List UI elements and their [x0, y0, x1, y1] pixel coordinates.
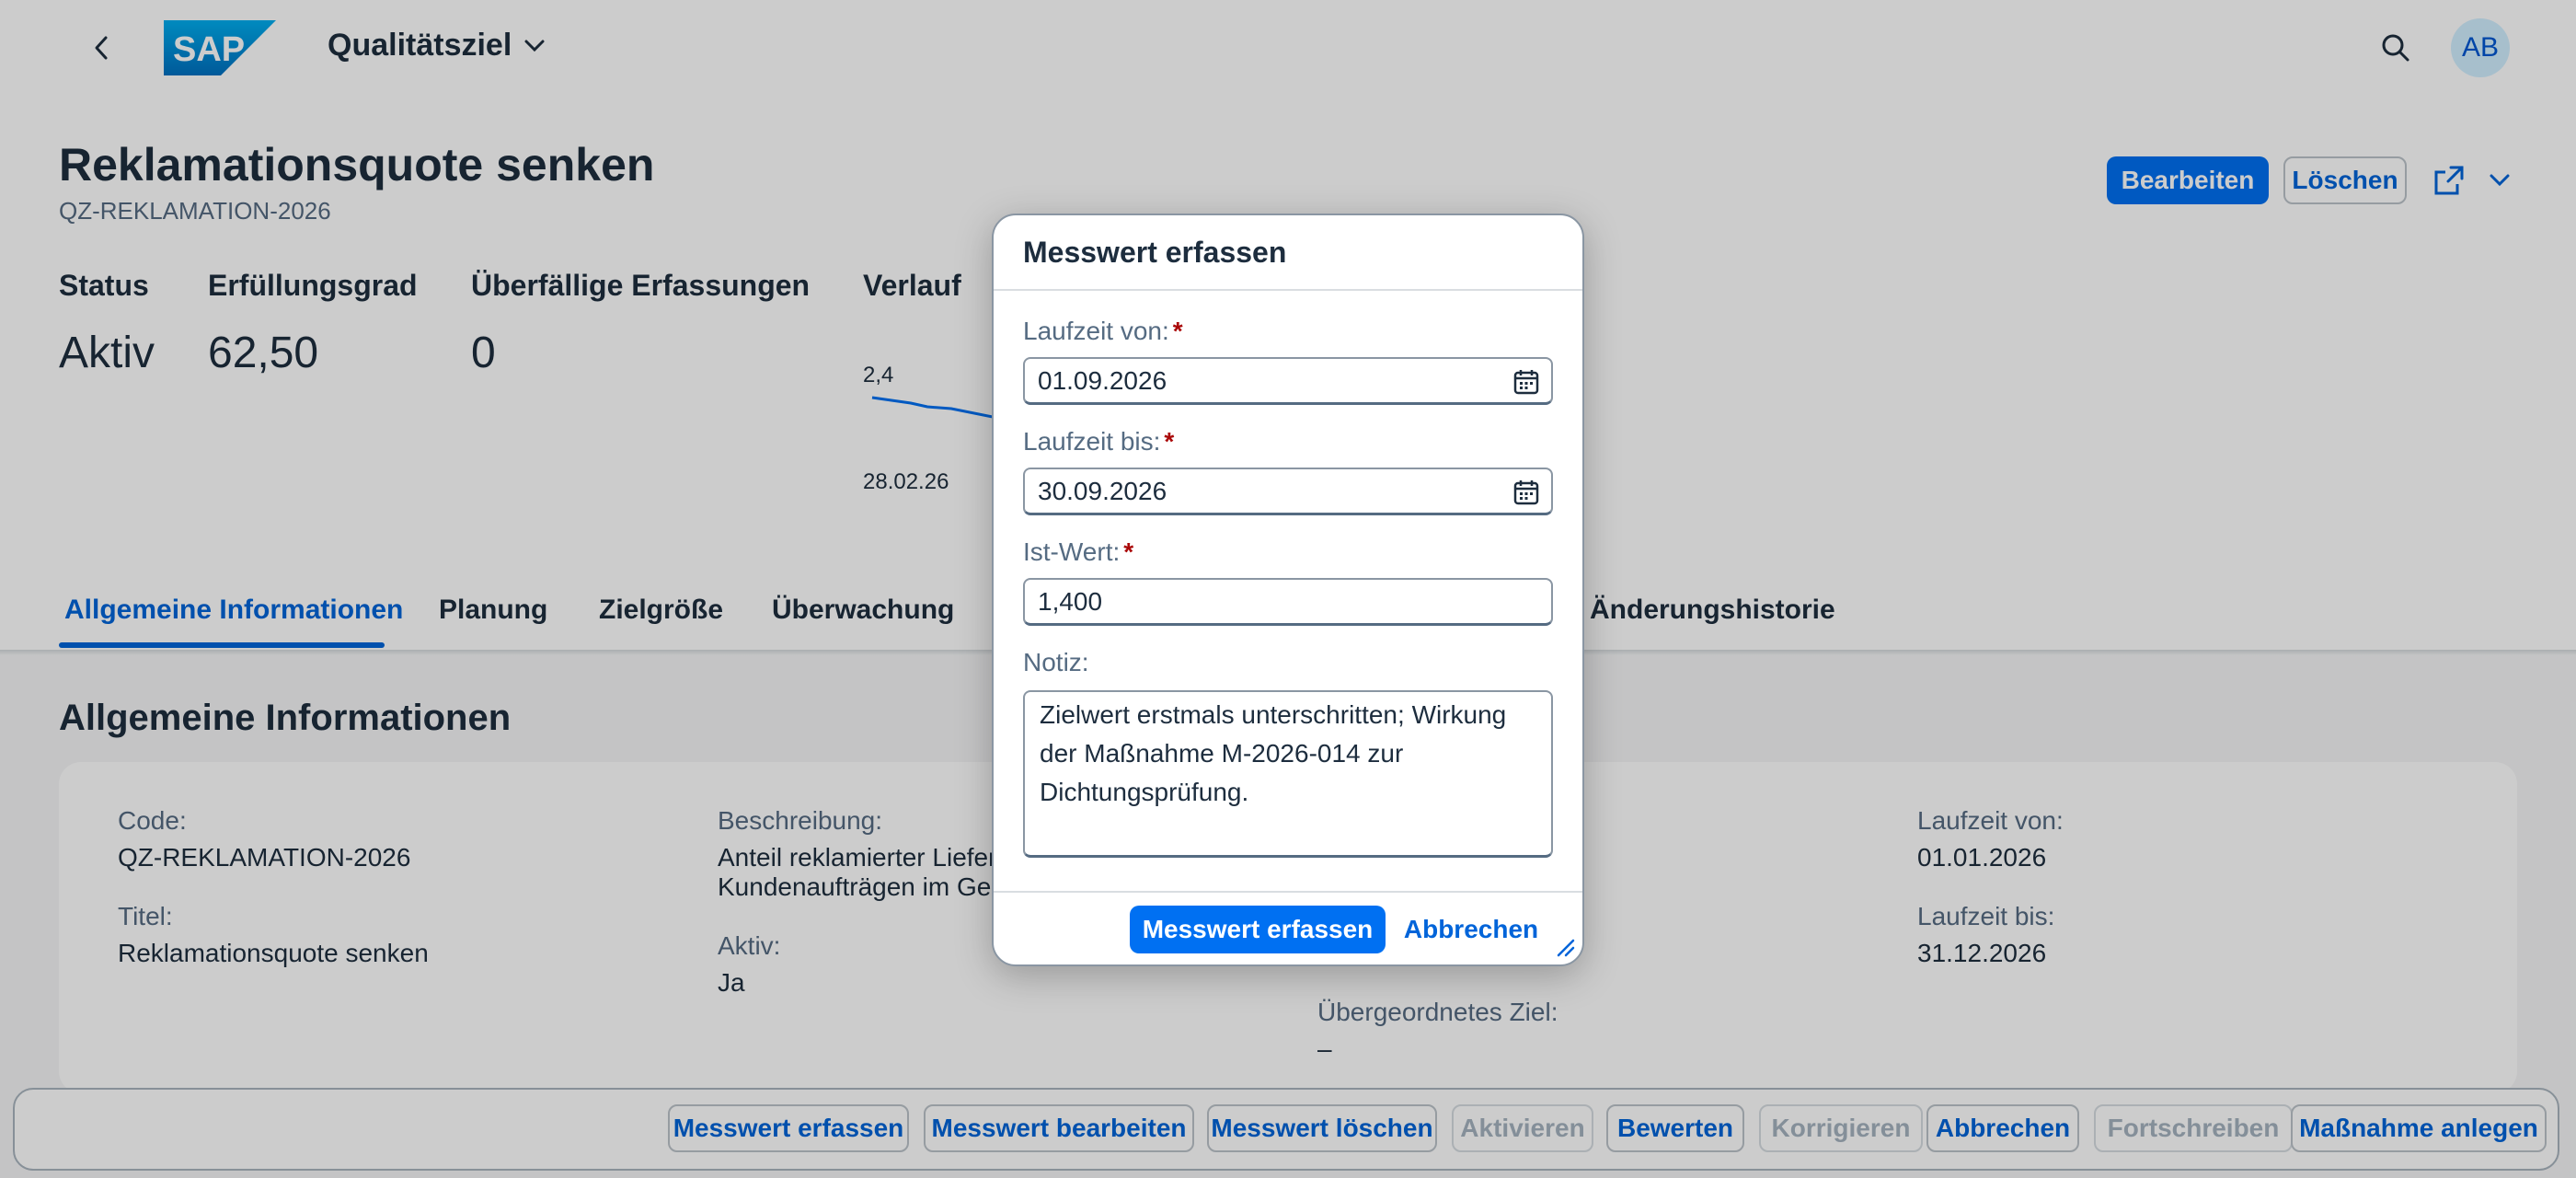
runtime-to-value: 30.09.2026: [1038, 476, 1167, 505]
actual-value-input[interactable]: 1,400: [1023, 578, 1553, 626]
actual-value-label: Ist-Wert: *: [1023, 537, 1134, 566]
dialog-header-divider: [994, 289, 1582, 291]
record-measurement-dialog: Messwert erfassen Laufzeit von: * 01.09.2…: [992, 214, 1584, 966]
note-label: Notiz:: [1023, 648, 1089, 676]
runtime-from-value: 01.09.2026: [1038, 365, 1167, 395]
required-marker: *: [1164, 427, 1175, 456]
resize-handle-icon[interactable]: [1555, 937, 1575, 957]
required-marker: *: [1123, 537, 1134, 566]
confirm-record-button[interactable]: Messwert erfassen: [1130, 906, 1386, 953]
dialog-footer-divider: [994, 891, 1582, 893]
actual-value-value: 1,400: [1038, 586, 1103, 616]
dialog-cancel-button[interactable]: Abbrechen: [1402, 906, 1540, 953]
dialog-title: Messwert erfassen: [1023, 236, 1287, 269]
runtime-to-label: Laufzeit bis: *: [1023, 427, 1175, 456]
runtime-from-label: Laufzeit von: *: [1023, 317, 1183, 345]
calendar-icon[interactable]: [1512, 479, 1540, 506]
runtime-to-input[interactable]: 30.09.2026: [1023, 468, 1553, 515]
note-textarea[interactable]: Zielwert erstmals unterschritten; Wirkun…: [1023, 690, 1553, 858]
calendar-icon[interactable]: [1512, 368, 1540, 396]
required-marker: *: [1172, 317, 1183, 345]
runtime-from-input[interactable]: 01.09.2026: [1023, 357, 1553, 405]
